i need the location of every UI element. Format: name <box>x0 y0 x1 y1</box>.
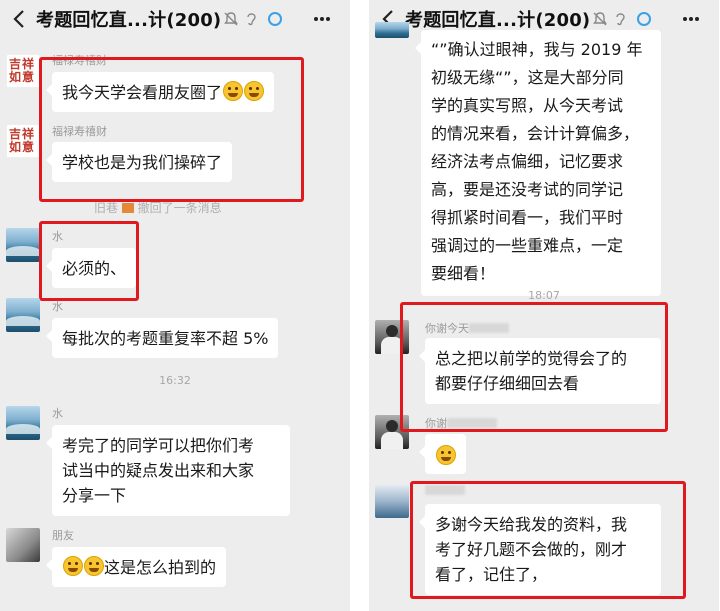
ear-icon <box>247 13 256 26</box>
message-text: 每批次的考题重复率不超 5% <box>62 329 269 348</box>
left-chat-screenshot: 考题回忆直...计(200) 吉祥 如意 福禄寿禧财 我今天学会看朋友圈了 吉祥如… <box>0 0 350 611</box>
sender-name: 水 <box>52 407 63 420</box>
highlight-box <box>39 221 139 301</box>
message-line: 初级无缘“”，这是大部分同 <box>431 68 624 87</box>
message-bubble[interactable] <box>419 434 466 474</box>
more-options-icon[interactable] <box>681 9 701 29</box>
message-line: 高，要是还没考试的同学记 <box>431 180 624 199</box>
mute-bell-icon <box>593 12 607 26</box>
highlight-box <box>410 481 686 599</box>
shocked-emoji-icon <box>84 556 104 576</box>
avatar-text: 如意 <box>9 70 36 84</box>
message-line: 分享一下 <box>62 486 127 505</box>
message-line: 试当中的疑点发出来和大家 <box>62 461 255 480</box>
avatar-text: 吉祥 <box>9 127 36 141</box>
back-arrow-icon[interactable] <box>10 7 30 31</box>
message-bubble[interactable]: 考完了的同学可以把你们考 试当中的疑点发出来和大家 分享一下 <box>46 425 290 516</box>
avatar[interactable] <box>6 298 40 332</box>
message-line: 得抓紧时间看一，我们平时 <box>431 208 624 227</box>
ear-icon <box>616 13 625 26</box>
sender-name: 水 <box>52 300 63 313</box>
highlight-box <box>39 57 304 202</box>
message-line: 学的真实写照，从今天考试 <box>431 96 624 115</box>
message-line: 要细看！ <box>431 264 496 283</box>
avatar[interactable]: 吉祥 如意 <box>6 54 40 88</box>
recall-sender: 旧巷 <box>94 201 119 215</box>
chat-title: 考题回忆直...计(200) <box>405 10 591 31</box>
avatar[interactable] <box>6 228 40 262</box>
ring-icon[interactable] <box>266 10 284 28</box>
message-line: 的情况来看，会计计算偏多， <box>431 124 640 143</box>
timestamp: 18:07 <box>528 289 560 302</box>
avatar[interactable] <box>375 22 409 38</box>
avatar-thumbnail <box>121 203 134 213</box>
recall-text: 撤回了一条消息 <box>137 201 222 215</box>
avatar[interactable] <box>6 406 40 440</box>
avatar[interactable] <box>6 528 40 562</box>
chat-title-bar: 考题回忆直...计(200) <box>0 0 350 38</box>
avatar-text: 吉祥 <box>9 57 36 71</box>
mute-bell-icon <box>224 12 238 26</box>
chat-title: 考题回忆直...计(200) <box>36 10 222 31</box>
message-bubble[interactable]: “”确认过眼神，我与 2019 年 初级无缘“”，这是大部分同 学的真实写照，从… <box>415 30 661 296</box>
message-bubble[interactable]: 每批次的考题重复率不超 5% <box>45 318 279 358</box>
message-line: 考完了的同学可以把你们考 <box>62 436 255 455</box>
message-text: 这是怎么拍到的 <box>104 558 217 577</box>
highlight-box <box>400 302 668 432</box>
message-line: “”确认过眼神，我与 2019 年 <box>431 40 643 59</box>
crying-laughing-emoji-icon <box>436 445 456 465</box>
ring-icon[interactable] <box>635 10 653 28</box>
right-chat-screenshot: 考题回忆直...计(200) “”确认过眼神，我与 2019 年 初级无缘“”，… <box>369 0 719 611</box>
timestamp: 16:32 <box>159 374 191 387</box>
message-bubble[interactable]: 这是怎么拍到的 <box>45 547 227 587</box>
avatar[interactable] <box>375 484 409 518</box>
message-line: 经济法考点偏细，记忆要求 <box>431 152 624 171</box>
shocked-emoji-icon <box>63 556 83 576</box>
avatar[interactable]: 吉祥 如意 <box>6 124 40 158</box>
sender-name: 朋友 <box>52 529 74 542</box>
message-line: 强调过的一些重难点，一定 <box>431 236 624 255</box>
avatar-text: 如意 <box>9 140 36 154</box>
more-options-icon[interactable] <box>312 9 332 29</box>
